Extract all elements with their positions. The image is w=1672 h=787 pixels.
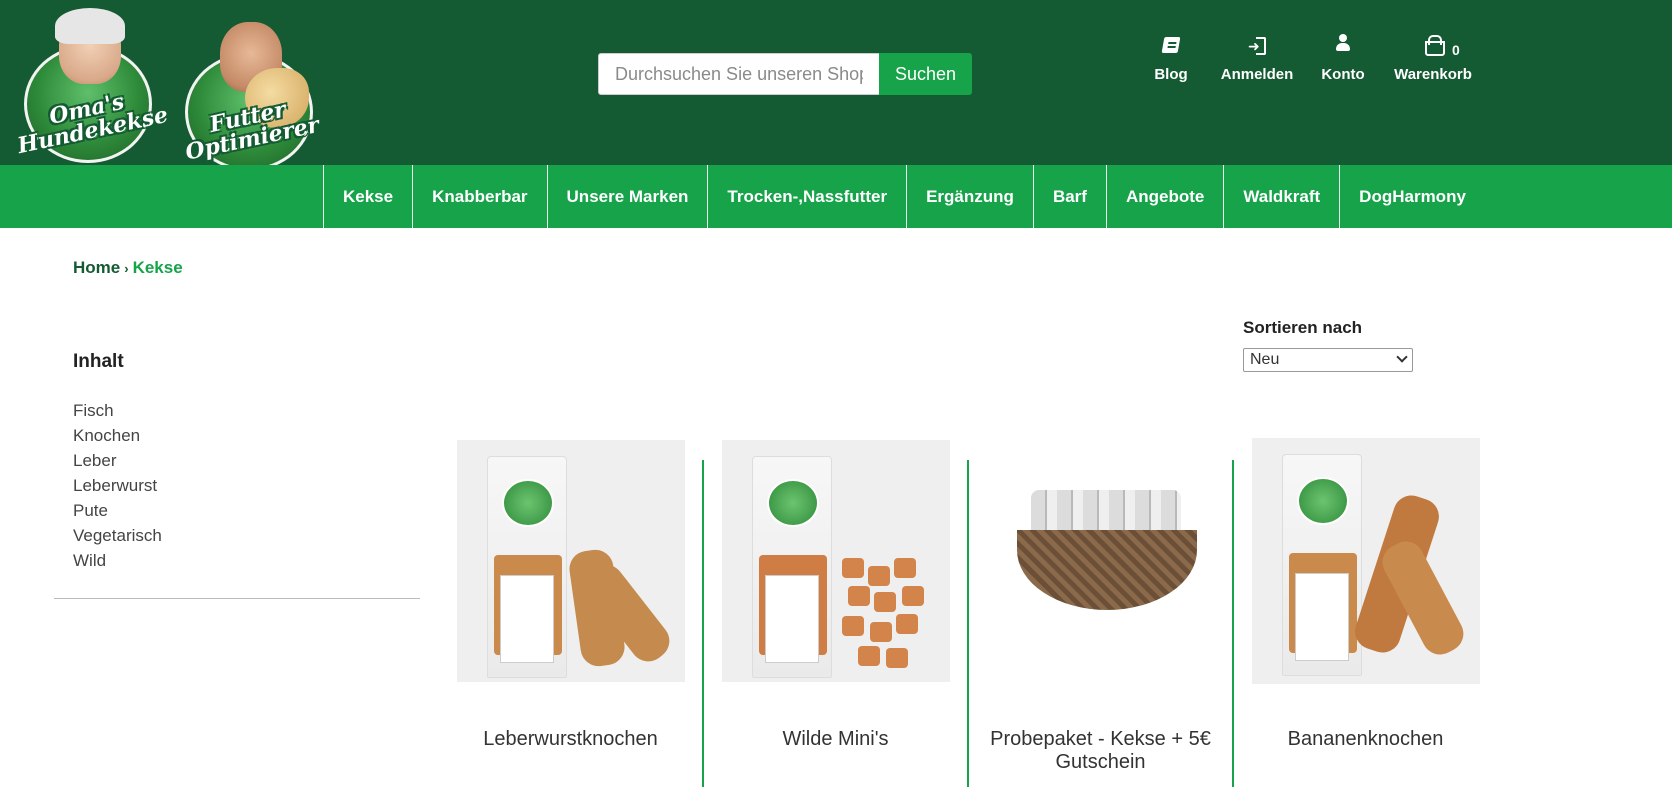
breadcrumb-home-link[interactable]: Home xyxy=(73,258,120,277)
nav-account-label: Konto xyxy=(1321,66,1365,83)
sidebar-item-fisch[interactable]: Fisch xyxy=(73,398,162,423)
search-input[interactable] xyxy=(598,53,880,95)
nav-item-trocken-nassfutter[interactable]: Trocken-,Nassfutter xyxy=(707,165,906,228)
nav-cart-link[interactable]: 0 Warenkorb xyxy=(1390,28,1476,98)
sort-select[interactable]: Neu xyxy=(1243,348,1413,372)
product-name[interactable]: Bananenknochen xyxy=(1233,728,1498,751)
product-bag-photo xyxy=(487,456,567,678)
product-image[interactable] xyxy=(987,440,1215,682)
nav-item-unsere-marken[interactable]: Unsere Marken xyxy=(546,165,708,228)
product-bag-photo xyxy=(1282,454,1362,676)
product-image[interactable] xyxy=(457,440,685,682)
sign-in-icon xyxy=(1248,31,1266,61)
product-basket-photo xyxy=(1017,530,1197,610)
nav-item-barf[interactable]: Barf xyxy=(1032,165,1106,228)
sidebar-item-wild[interactable]: Wild xyxy=(73,548,162,573)
sidebar-item-vegetarisch[interactable]: Vegetarisch xyxy=(73,523,162,548)
sort-selected-value: Neu xyxy=(1250,351,1280,368)
search-form: Suchen xyxy=(598,53,972,95)
main-navigation: Kekse Knabberbar Unsere Marken Trocken-,… xyxy=(0,165,1672,228)
product-name[interactable]: Probepaket - Kekse + 5€ Gutschein xyxy=(968,728,1233,774)
nav-cart-label: Warenkorb xyxy=(1394,66,1472,83)
sidebar-item-pute[interactable]: Pute xyxy=(73,498,162,523)
sidebar-filter-list: Fisch Knochen Leber Leberwurst Pute Vege… xyxy=(73,398,162,573)
sidebar-title: Inhalt xyxy=(73,351,124,372)
sidebar-divider xyxy=(54,598,420,599)
omas-hundekekse-logo[interactable]: Oma's Hundekekse xyxy=(14,8,170,165)
cart-count-badge: 0 xyxy=(1452,42,1460,58)
futter-optimierer-logo[interactable]: Futter Optimierer xyxy=(175,18,325,173)
sidebar-item-leber[interactable]: Leber xyxy=(73,448,162,473)
product-name[interactable]: Wilde Mini's xyxy=(703,728,968,751)
breadcrumb-separator: › xyxy=(124,261,129,276)
user-icon xyxy=(1335,34,1351,52)
book-icon xyxy=(1161,37,1181,53)
sidebar-item-knochen[interactable]: Knochen xyxy=(73,423,162,448)
header-bar: Oma's Hundekekse Futter Optimierer Suche… xyxy=(0,0,1672,171)
search-button[interactable]: Suchen xyxy=(879,53,972,95)
breadcrumb: Home › Kekse xyxy=(73,258,183,278)
logo-portrait xyxy=(55,8,125,84)
product-card[interactable]: Wilde Mini's xyxy=(703,438,968,787)
nav-login-label: Anmelden xyxy=(1220,66,1294,83)
breadcrumb-current[interactable]: Kekse xyxy=(133,258,183,277)
nav-item-waldkraft[interactable]: Waldkraft xyxy=(1223,165,1339,228)
product-card[interactable]: Probepaket - Kekse + 5€ Gutschein xyxy=(968,438,1233,787)
product-image[interactable] xyxy=(1252,438,1480,684)
product-bag-photo xyxy=(752,456,832,678)
nav-blog-label: Blog xyxy=(1154,66,1188,83)
product-image[interactable] xyxy=(722,440,950,682)
nav-item-angebote[interactable]: Angebote xyxy=(1105,165,1223,228)
chevron-down-icon xyxy=(1396,351,1408,363)
nav-item-ergaenzung[interactable]: Ergänzung xyxy=(906,165,1033,228)
nav-account-link[interactable]: Konto xyxy=(1316,28,1370,98)
product-card[interactable]: Bananenknochen xyxy=(1233,438,1498,787)
nav-item-knabberbar[interactable]: Knabberbar xyxy=(412,165,546,228)
product-name[interactable]: Leberwurstknochen xyxy=(438,728,703,751)
product-card[interactable]: Leberwurstknochen xyxy=(438,438,703,787)
nav-login-link[interactable]: Anmelden xyxy=(1214,28,1300,98)
sidebar-item-leberwurst[interactable]: Leberwurst xyxy=(73,473,162,498)
nav-item-kekse[interactable]: Kekse xyxy=(323,165,412,228)
nav-item-dogharmony[interactable]: DogHarmony xyxy=(1339,165,1485,228)
nav-blog-link[interactable]: Blog xyxy=(1150,28,1192,98)
shopping-basket-icon xyxy=(1422,35,1445,56)
sort-label: Sortieren nach xyxy=(1243,318,1363,337)
